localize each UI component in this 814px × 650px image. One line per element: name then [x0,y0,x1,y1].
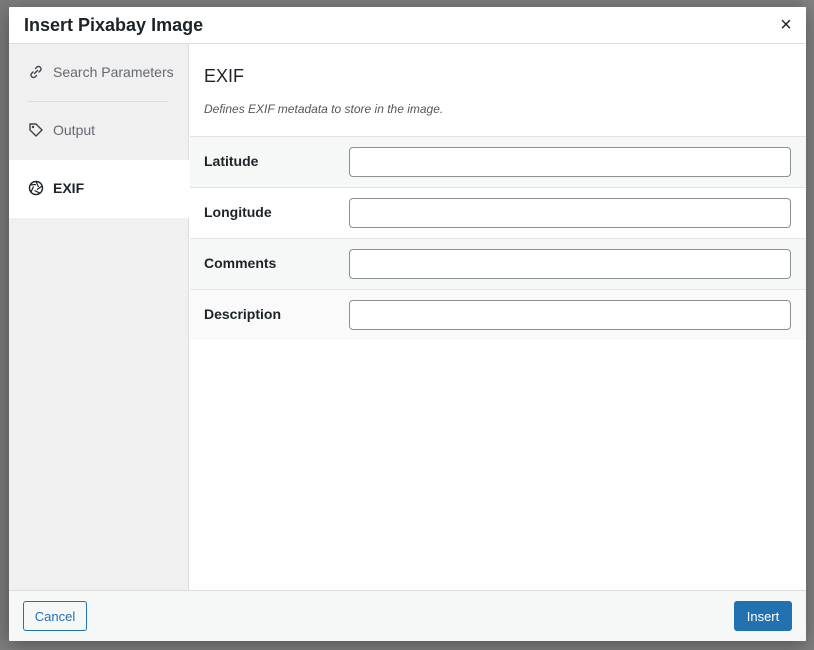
field-row-comments: Comments [190,238,806,289]
main-content: EXIF Defines EXIF metadata to store in t… [190,44,806,590]
longitude-label: Longitude [204,204,272,220]
description-input[interactable] [349,300,791,330]
cancel-button[interactable]: Cancel [23,601,87,631]
comments-input[interactable] [349,249,791,279]
latitude-input[interactable] [349,147,791,177]
longitude-input[interactable] [349,198,791,228]
tag-icon [29,123,43,137]
sidebar-item-label: Search Parameters [53,64,174,80]
comments-label: Comments [204,255,277,271]
sidebar-item-search-parameters[interactable]: Search Parameters [9,44,189,102]
latitude-label: Latitude [204,153,259,169]
sidebar: Search Parameters Output EXIF [9,44,189,590]
section-description: Defines EXIF metadata to store in the im… [204,102,444,116]
field-row-description: Description [190,289,806,340]
modal-header: Insert Pixabay Image × [9,7,806,44]
modal-footer: Cancel Insert [9,590,806,641]
insert-button[interactable]: Insert [734,601,792,631]
close-icon[interactable]: × [778,15,794,35]
modal-title: Insert Pixabay Image [24,15,204,35]
sidebar-item-exif[interactable]: EXIF [9,160,189,218]
backdrop-bottom [0,640,814,650]
sidebar-item-label: Output [53,122,96,138]
aperture-icon [28,180,44,196]
field-row-latitude: Latitude [190,136,806,187]
field-row-longitude: Longitude [190,187,806,238]
sidebar-item-output[interactable]: Output [9,102,189,160]
section-title: EXIF [204,66,245,86]
sidebar-item-label: EXIF [53,180,85,196]
description-label: Description [204,306,282,322]
insert-image-modal: Insert Pixabay Image × Search Parameters… [9,7,806,641]
link-icon [30,65,42,79]
